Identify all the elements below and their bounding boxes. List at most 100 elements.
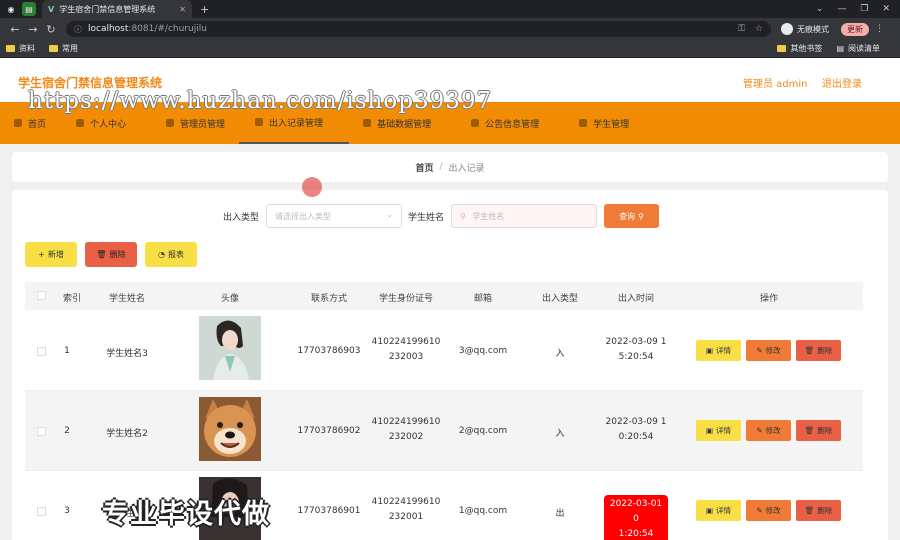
folder-icon (49, 45, 58, 52)
detail-button[interactable]: ▣ 详情 (696, 420, 741, 441)
edit-button[interactable]: ✎ 修改 (746, 340, 791, 361)
url-field[interactable]: ⓘ localhost :8081/#/churujilu ⚿ ☆ (66, 21, 771, 37)
address-bar: ← → ↻ ⓘ localhost :8081/#/churujilu ⚿ ☆ … (0, 18, 900, 40)
trash-icon: 🗑 (804, 506, 815, 515)
folder-icon (6, 45, 15, 52)
row-delete-button[interactable]: 🗑 删除 (796, 420, 841, 441)
search-form: 出入类型 请选择出入类型 ⌄ 学生姓名 ⚲ 学生姓名 查询 ⚲ (0, 204, 900, 228)
admin-icon (166, 119, 175, 127)
cell-index: 3 (64, 506, 70, 516)
header-time: 出入时间 (617, 294, 654, 304)
cell-id-number: 410224199610 232002 (371, 417, 441, 442)
cell-name: 学生姓名2 (106, 429, 148, 439)
cell-type: 入 (555, 429, 565, 439)
logout-link[interactable]: 退出登录 (822, 75, 862, 90)
person-icon (76, 119, 85, 127)
reading-list[interactable]: ▤ 阅读清单 (836, 43, 880, 54)
cell-id-number: 410224199610 232001 (371, 497, 441, 522)
nav-students[interactable]: 学生管理 (553, 102, 643, 144)
delete-button[interactable]: 🗑 删除 (85, 242, 137, 267)
edit-button[interactable]: ✎ 修改 (746, 420, 791, 441)
edit-button[interactable]: ✎ 修改 (746, 500, 791, 521)
detail-icon: ▣ (705, 346, 714, 355)
incognito-icon (781, 23, 793, 35)
vue-favicon-icon: V (48, 4, 55, 14)
new-tab-button[interactable]: + (200, 3, 209, 16)
cell-phone: 17703786903 (297, 346, 361, 356)
search-icon: ⚲ (460, 212, 466, 221)
cell-phone: 17703786902 (297, 426, 361, 436)
row-actions: ▣ 详情 ✎ 修改 🗑 删除 (696, 340, 841, 361)
home-icon (14, 119, 22, 127)
browser-tab-bar: ◉ ▤ V 学生宿舍门禁信息管理系统 ✕ + ⌄ — ❐ ✕ (0, 0, 900, 18)
trash-icon: 🗑 (804, 426, 815, 435)
cell-type: 出 (555, 509, 565, 519)
student-avatar (199, 397, 261, 461)
query-button[interactable]: 查询 ⚲ (604, 204, 659, 228)
announcement-icon (471, 119, 480, 127)
records-icon (255, 118, 264, 126)
type-select[interactable]: 请选择出入类型 ⌄ (266, 204, 402, 228)
header-phone: 联系方式 (310, 294, 347, 304)
cell-time-highlight: 2022-03-01 0 1:20:54 (604, 495, 668, 540)
forward-icon[interactable]: → (24, 23, 42, 36)
back-icon[interactable]: ← (6, 23, 24, 36)
trash-icon: 🗑 (96, 250, 107, 259)
table-row: 1 学生姓名3 17703786903 410224199610 232003 … (25, 311, 863, 391)
tab-search-icon[interactable]: ▤ (22, 2, 36, 16)
key-icon[interactable]: ⚿ (738, 24, 745, 34)
more-menu-icon[interactable]: ⋮ (875, 24, 884, 34)
breadcrumb-home[interactable]: 首页 (415, 161, 433, 174)
detail-icon: ▣ (705, 426, 714, 435)
name-input[interactable]: ⚲ 学生姓名 (451, 204, 597, 228)
cell-type: 入 (555, 349, 565, 359)
table-row: 2 学生姓名2 17703786902 410224199610 232002 … (25, 391, 863, 471)
tab-title: 学生宿舍门禁信息管理系统 (59, 4, 156, 14)
row-checkbox[interactable] (37, 347, 46, 356)
header-name: 学生姓名 (108, 294, 145, 304)
row-delete-button[interactable]: 🗑 删除 (796, 340, 841, 361)
cell-email: 2@qq.com (458, 426, 508, 436)
edit-icon: ✎ (756, 426, 763, 435)
cell-email: 1@qq.com (458, 506, 508, 516)
row-actions: ▣ 详情 ✎ 修改 🗑 删除 (696, 420, 841, 441)
incognito-indicator[interactable]: 无痕模式 (781, 23, 829, 35)
update-button[interactable]: 更新 (841, 22, 869, 36)
plus-icon: + (38, 250, 45, 259)
watermark-overlay: https://www.huzhan.com/ishop39397 (28, 88, 493, 114)
reading-list-icon: ▤ (836, 44, 844, 53)
maximize-icon[interactable]: ❐ (860, 4, 868, 14)
close-window-icon[interactable]: ✕ (882, 4, 890, 14)
select-all-checkbox[interactable] (37, 291, 46, 300)
add-button[interactable]: + 新增 (25, 242, 77, 267)
bookmark-star-icon[interactable]: ☆ (755, 24, 763, 34)
browser-tab[interactable]: V 学生宿舍门禁信息管理系统 ✕ (42, 0, 192, 18)
cell-name: 学生姓名3 (106, 349, 148, 359)
row-checkbox[interactable] (37, 507, 46, 516)
edit-icon: ✎ (756, 506, 763, 515)
detail-button[interactable]: ▣ 详情 (696, 500, 741, 521)
tab-list-icon[interactable]: ⌄ (816, 4, 824, 14)
folder-icon (777, 45, 787, 52)
info-icon[interactable]: ⓘ (74, 24, 82, 35)
other-bookmarks[interactable]: 其他书签 (777, 43, 822, 54)
admin-user: 管理员 admin (743, 79, 808, 90)
bookmark-folder-2[interactable]: 常用 (49, 43, 78, 54)
pie-chart-icon: ◔ (158, 250, 165, 259)
row-delete-button[interactable]: 🗑 删除 (796, 500, 841, 521)
close-tab-icon[interactable]: ✕ (179, 5, 186, 14)
minimize-icon[interactable]: — (837, 4, 846, 14)
promo-caption: 专业毕设代做 (102, 499, 270, 530)
cell-email: 3@qq.com (458, 346, 508, 356)
incognito-label: 无痕模式 (797, 24, 829, 34)
data-icon (363, 119, 372, 127)
bookmark-folder-1[interactable]: 资料 (6, 43, 35, 54)
report-button[interactable]: ◔ 报表 (145, 242, 197, 267)
detail-button[interactable]: ▣ 详情 (696, 340, 741, 361)
row-checkbox[interactable] (37, 427, 46, 436)
name-label: 学生姓名 (408, 213, 445, 223)
breadcrumb-separator: / (439, 162, 443, 172)
browser-menu-icon[interactable]: ◉ (4, 2, 18, 16)
reload-icon[interactable]: ↻ (42, 23, 60, 36)
type-label: 出入类型 (223, 213, 260, 223)
